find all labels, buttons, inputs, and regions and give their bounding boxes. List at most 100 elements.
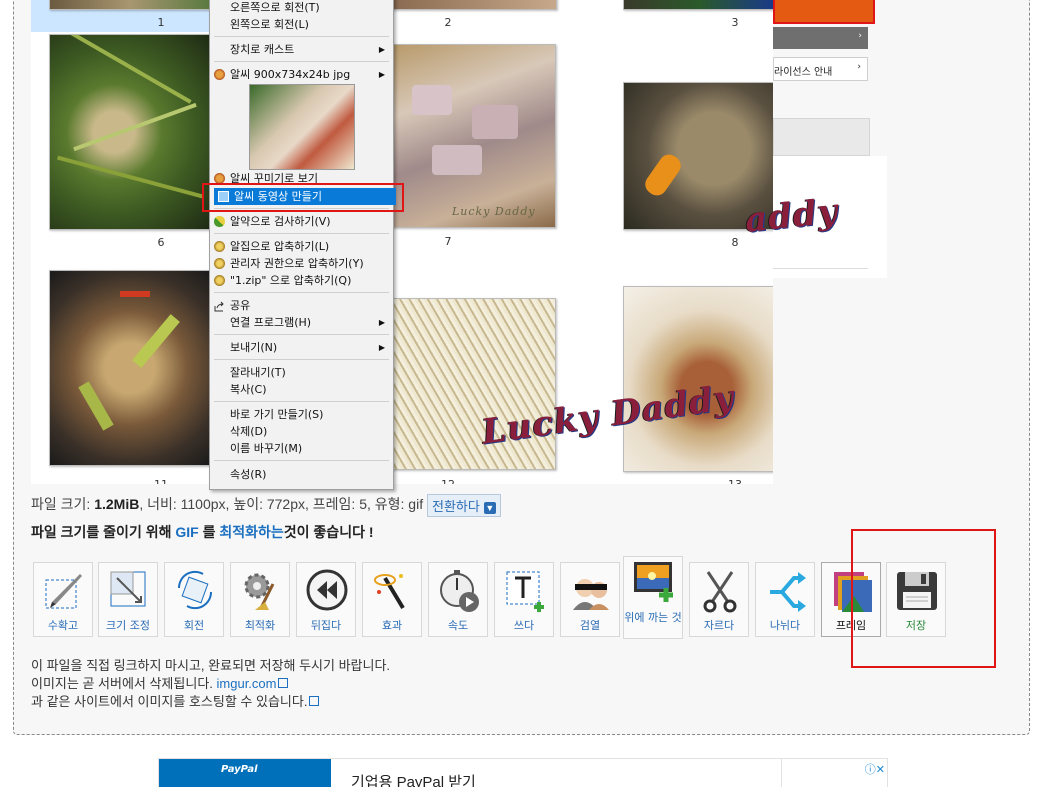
alzip-icon <box>214 275 225 286</box>
tool-overlay-button[interactable]: 위에 까는 것 <box>623 556 683 639</box>
tool-reverse-button[interactable]: 뒤집다 <box>296 562 356 637</box>
crop-icon <box>42 568 86 614</box>
share-icon <box>214 300 225 312</box>
highlight-box-save <box>851 529 996 668</box>
scissors-icon <box>698 568 742 614</box>
alsee-icon <box>214 69 225 80</box>
optimize-link[interactable]: 최적화하는 <box>219 524 283 540</box>
gear-broom-icon <box>239 568 283 614</box>
menu-item-send-to[interactable]: 보내기(N) ▶ <box>210 339 393 356</box>
note-line: 과 같은 사이트에서 이미지를 호스팅할 수 있습니다. <box>31 693 390 711</box>
menu-item-create-shortcut[interactable]: 바로 가기 만들기(S) <box>210 406 393 423</box>
convert-button[interactable]: 전환하다 ▼ <box>426 494 501 517</box>
menu-item-cut[interactable]: 잘라내기(T) <box>210 364 393 381</box>
chevron-right-icon: › <box>858 31 862 41</box>
menu-item-cast-to-device[interactable]: 장치로 캐스트 ▶ <box>210 41 393 58</box>
tool-write-button[interactable]: 쓰다 <box>494 562 554 637</box>
frame-image <box>49 270 211 466</box>
tool-label: 회전 <box>183 619 205 632</box>
frame-number: 3 <box>731 16 739 29</box>
magic-wand-icon <box>371 568 415 614</box>
frame-number: 2 <box>444 16 452 29</box>
preview-image <box>249 84 355 170</box>
menu-item-alyac-scan[interactable]: 알약으로 검사하기(V) <box>210 213 393 230</box>
menu-item-share[interactable]: 공유 <box>210 297 393 314</box>
tool-censor-button[interactable]: 검열 <box>560 562 620 637</box>
gray-box <box>773 118 870 156</box>
menu-separator <box>214 401 389 402</box>
frame-gallery: 1 2 3 6 Lucky Daddy 7 8 Lucky Daddy <box>31 0 773 484</box>
tool-crop-button[interactable]: 수확고 <box>33 562 93 637</box>
frame-image <box>49 0 211 10</box>
note-line: 이 파일을 직접 링크하지 마시고, 완료되면 저장해 두시기 바랍니다. <box>31 658 391 673</box>
menu-item-rotate-left[interactable]: 왼쪽으로 회전(L) <box>210 16 393 33</box>
menu-separator <box>214 36 389 37</box>
menu-separator <box>214 233 389 234</box>
highlight-box-make-video <box>202 183 404 212</box>
censor-faces-icon <box>569 568 613 614</box>
tool-optimize-button[interactable]: 최적화 <box>230 562 290 637</box>
stopwatch-play-icon <box>437 568 481 614</box>
tool-label: 나뉘다 <box>769 619 801 632</box>
rotate-icon <box>173 568 217 614</box>
text-add-icon <box>503 568 547 614</box>
frame-number: 1 <box>157 16 165 29</box>
chevron-right-icon: › <box>857 62 861 72</box>
file-info: 파일 크기: 1.2MiB, 너비: 1100px, 높이: 772px, 프레… <box>31 494 501 517</box>
menu-item-rotate-right[interactable]: 오른쪽으로 회전(T) <box>210 0 393 16</box>
frame-number: 7 <box>444 235 452 248</box>
file-info-details: , 너비: 1100px, 높이: 772px, 프레임: 5, 유형: gif <box>139 496 424 513</box>
tool-cut-button[interactable]: 자르다 <box>689 562 749 637</box>
advice-text: 것이 좋습니다 ! <box>283 524 374 540</box>
resize-icon <box>107 568 151 614</box>
watermark: Lucky Daddy <box>452 205 536 218</box>
tool-rotate-button[interactable]: 회전 <box>164 562 224 637</box>
thumbnail-12[interactable]: 12 <box>391 298 571 484</box>
pill-icon <box>214 216 225 227</box>
menu-item-admin-compress[interactable]: 관리자 권한으로 압축하기(Y) <box>210 255 393 272</box>
dark-menu-bar[interactable]: › <box>773 27 868 49</box>
menu-separator <box>214 359 389 360</box>
menu-item-alzip-compress[interactable]: 알집으로 압축하기(L) <box>210 238 393 255</box>
submenu-arrow-icon: ▶ <box>378 343 385 352</box>
menu-item-copy[interactable]: 복사(C) <box>210 381 393 398</box>
thumbnail-2[interactable]: 2 <box>381 0 561 32</box>
watermark-panel: addy <box>743 156 887 278</box>
advice-text: 파일 크기를 줄이기 위해 <box>31 524 172 540</box>
thumbnail-3[interactable]: 3 <box>623 0 773 32</box>
tool-split-button[interactable]: 나뉘다 <box>755 562 815 637</box>
tool-label: 위에 까는 것 <box>624 611 682 624</box>
menu-item-delete[interactable]: 삭제(D) <box>210 423 393 440</box>
menu-item-rename[interactable]: 이름 바꾸기(M) <box>210 440 393 457</box>
frame-image <box>623 0 773 10</box>
frame-image <box>49 34 211 230</box>
frame-image <box>391 0 557 10</box>
hosting-notes: 이 파일을 직접 링크하지 마시고, 완료되면 저장해 두시기 바랍니다. 이미… <box>31 657 390 711</box>
chevron-down-icon: ▼ <box>483 502 496 514</box>
imgur-link[interactable]: imgur.com <box>217 676 277 691</box>
menu-separator <box>214 334 389 335</box>
ad-text: 기업용 PayPal 받기 <box>351 774 476 787</box>
tool-effects-button[interactable]: 효과 <box>362 562 422 637</box>
license-link[interactable]: 라이선스 안내 › <box>773 57 868 81</box>
thumbnail-7[interactable]: Lucky Daddy 7 <box>391 44 571 249</box>
tool-speed-button[interactable]: 속도 <box>428 562 488 637</box>
ad-close-icon[interactable]: ⓘ✕ <box>865 761 885 777</box>
external-link-icon <box>278 678 289 688</box>
menu-item-alsee-preview[interactable]: 알씨 900x734x24b jpg ▶ <box>210 66 393 83</box>
tool-label: 쓰다 <box>513 619 535 632</box>
external-link-icon <box>309 696 320 706</box>
tool-label: 속도 <box>447 619 469 632</box>
frame-number: 6 <box>157 236 165 249</box>
advertisement-banner[interactable]: PayPal 기업용 PayPal 받기 ⓘ✕ <box>158 758 888 787</box>
rewind-icon <box>305 568 349 614</box>
file-size-prefix: 파일 크기: <box>31 496 91 513</box>
menu-item-compress-to-zip[interactable]: "1.zip" 으로 압축하기(Q) <box>210 272 393 289</box>
tool-resize-button[interactable]: 크기 조정 <box>98 562 158 637</box>
menu-item-open-with[interactable]: 연결 프로그램(H) ▶ <box>210 314 393 331</box>
orange-banner <box>773 0 875 24</box>
menu-item-properties[interactable]: 속성(R) <box>210 466 393 483</box>
menu-separator <box>214 61 389 62</box>
gif-link[interactable]: GIF <box>175 524 198 540</box>
tool-label: 수확고 <box>47 619 79 632</box>
